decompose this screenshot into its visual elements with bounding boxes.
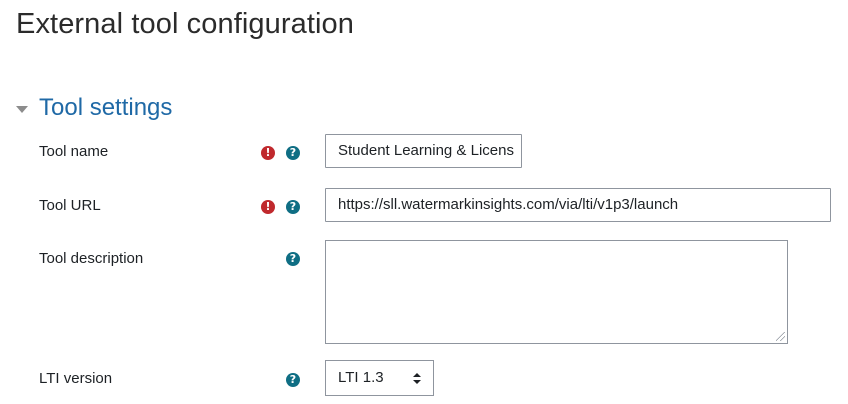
tool-name-label: Tool name: [39, 143, 109, 160]
tool-url-input[interactable]: https://sll.watermarkinsights.com/via/lt…: [325, 188, 831, 222]
help-icon[interactable]: ?: [286, 200, 300, 214]
resize-handle-icon[interactable]: [776, 332, 785, 341]
help-icon[interactable]: ?: [286, 252, 300, 266]
lti-version-label: LTI version: [39, 370, 113, 387]
section-tool-settings-toggle[interactable]: Tool settings: [16, 94, 172, 122]
required-icon: !: [261, 200, 275, 214]
help-icon[interactable]: ?: [286, 373, 300, 387]
caret-down-icon: [16, 105, 28, 113]
help-icon[interactable]: ?: [286, 146, 300, 160]
required-icon: !: [261, 146, 275, 160]
select-arrows-icon: [413, 373, 421, 384]
tool-url-label: Tool URL: [39, 197, 101, 214]
tool-description-label: Tool description: [39, 250, 144, 267]
lti-version-select[interactable]: LTI 1.3: [325, 360, 434, 396]
page-title: External tool configuration: [16, 8, 355, 40]
section-title: Tool settings: [39, 94, 173, 121]
lti-version-selected: LTI 1.3: [338, 369, 384, 386]
tool-name-input[interactable]: Student Learning & Licens: [325, 134, 522, 168]
tool-description-textarea[interactable]: [325, 240, 788, 344]
